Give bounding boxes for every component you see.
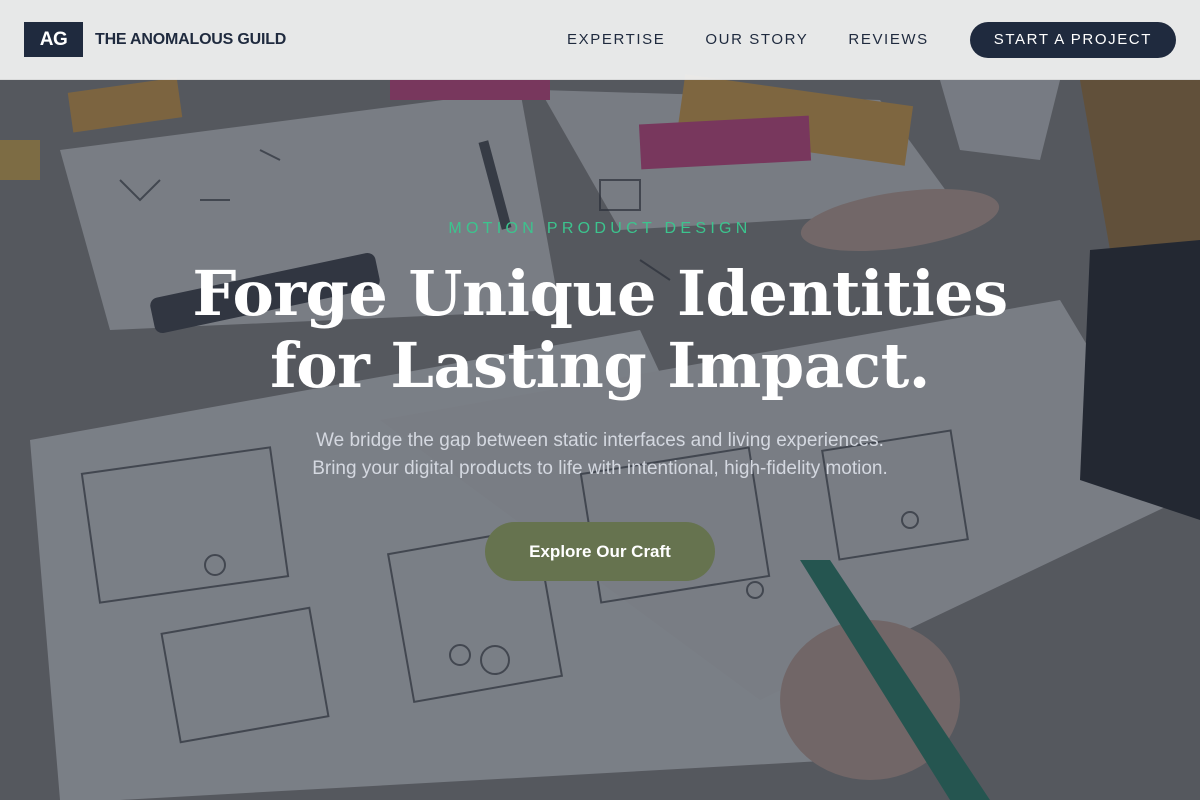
hero-subtitle-line-2: Bring your digital products to life with…: [312, 458, 888, 479]
hero-headline-line-2: for Lasting Impact.: [270, 329, 930, 402]
hero-content: MOTION PRODUCT DESIGN Forge Unique Ident…: [0, 0, 1200, 800]
hero-headline: Forge Unique Identities for Lasting Impa…: [0, 258, 1200, 402]
explore-craft-button[interactable]: Explore Our Craft: [485, 522, 715, 581]
hero-subtitle: We bridge the gap between static interfa…: [0, 427, 1200, 483]
hero-eyebrow: MOTION PRODUCT DESIGN: [448, 220, 752, 237]
hero-subtitle-line-1: We bridge the gap between static interfa…: [316, 430, 884, 451]
hero-headline-line-1: Forge Unique Identities: [192, 257, 1008, 330]
